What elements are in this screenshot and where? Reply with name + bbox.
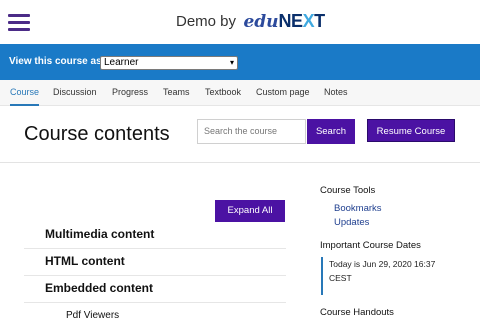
brand-logo[interactable]: Demo by eduNEXT (176, 11, 325, 35)
brand-prefix: Demo by (176, 13, 237, 30)
main-content: Course contents Search the course Search… (0, 106, 480, 336)
updates-link[interactable]: Updates (334, 217, 369, 228)
tab-notes[interactable]: Notes (324, 80, 348, 106)
outline-section-html[interactable]: HTML content (24, 249, 286, 276)
chevron-down-icon: ▾ (229, 58, 234, 67)
course-tabs: Course Discussion Progress Teams Textboo… (0, 80, 480, 106)
brand-next-text: NEXT (278, 11, 326, 31)
view-as-select[interactable]: Learner ▾ (100, 56, 238, 70)
today-date-text: Today is Jun 29, 2020 16:37 CEST (329, 259, 436, 283)
header-divider (0, 162, 480, 163)
bookmarks-link[interactable]: Bookmarks (334, 203, 382, 214)
top-header: Demo by eduNEXT (0, 0, 480, 44)
view-as-label: View this course as: (9, 56, 105, 67)
today-date-box: Today is Jun 29, 2020 16:37 CEST (321, 257, 451, 295)
page-title: Course contents (24, 123, 170, 145)
tab-textbook[interactable]: Textbook (205, 80, 241, 106)
search-button[interactable]: Search (307, 119, 355, 144)
expand-all-button[interactable]: Expand All (215, 200, 285, 222)
important-dates-heading: Important Course Dates (320, 240, 421, 251)
view-as-bar: View this course as: Learner ▾ (0, 44, 480, 80)
resume-course-button[interactable]: Resume Course (367, 119, 455, 142)
tab-course[interactable]: Course (10, 80, 40, 106)
tab-teams[interactable]: Teams (163, 80, 190, 106)
course-handouts-heading: Course Handouts (320, 307, 394, 318)
tab-progress[interactable]: Progress (112, 80, 148, 106)
view-as-selected-value: Learner (104, 57, 139, 68)
outline-section-multimedia[interactable]: Multimedia content (24, 222, 286, 249)
search-input[interactable]: Search the course (197, 119, 306, 144)
tab-custom-page[interactable]: Custom page (256, 80, 310, 106)
course-tools-heading: Course Tools (320, 185, 376, 196)
hamburger-menu-icon[interactable] (8, 14, 30, 31)
outline-subsection-pdf-viewers[interactable]: Pdf Viewers (24, 304, 286, 328)
outline-section-embedded[interactable]: Embedded content (24, 276, 286, 303)
brand-edu-text: edu (243, 11, 279, 32)
tab-discussion[interactable]: Discussion (53, 80, 97, 106)
